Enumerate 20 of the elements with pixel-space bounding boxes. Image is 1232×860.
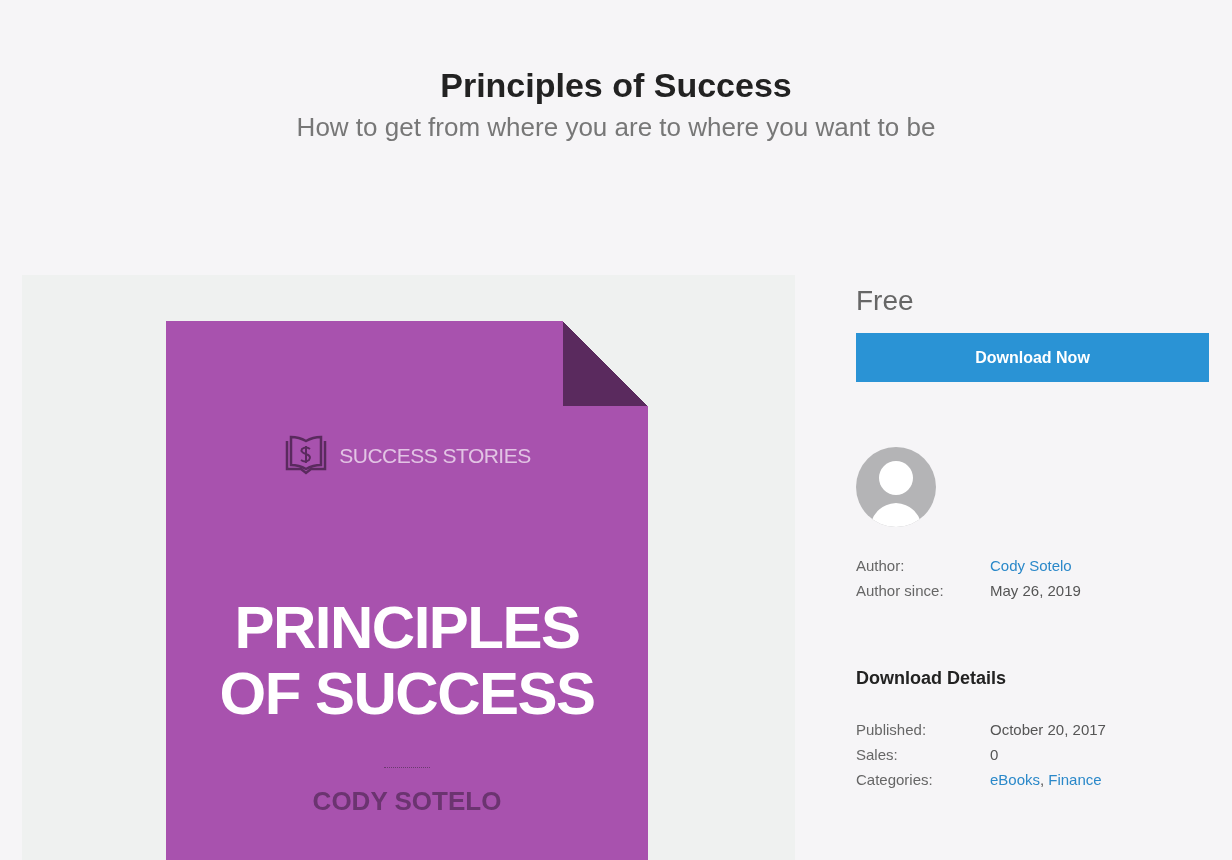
separator: , — [1040, 770, 1045, 790]
detail-link[interactable]: Finance — [1048, 767, 1102, 792]
cover-title: OF SUCCESS — [219, 661, 595, 727]
detail-value: October 20, 2017 — [990, 720, 1106, 740]
detail-label: Categories: — [856, 770, 934, 790]
page-subtitle: How to get from where you are to where you want to be — [296, 111, 936, 144]
detail-link[interactable]: Cody Sotelo — [990, 553, 1072, 578]
detail-value: 0 — [990, 745, 999, 765]
detail-label: Author since: — [856, 581, 945, 601]
cover-author: CODY SOTELO — [312, 785, 502, 818]
page-title: Principles of Success — [440, 65, 792, 106]
section-heading: Download Details — [856, 667, 1008, 690]
price: Free — [856, 284, 915, 318]
detail-label: Published: — [856, 720, 928, 740]
download-button[interactable]: Download Now — [856, 333, 1209, 382]
detail-label: Sales: — [856, 745, 899, 765]
cover-title: PRINCIPLES — [234, 595, 580, 661]
detail-value: May 26, 2019 — [990, 581, 1081, 601]
cover-brand: SUCCESS STORIES — [339, 443, 531, 470]
detail-label: Author: — [856, 556, 906, 576]
